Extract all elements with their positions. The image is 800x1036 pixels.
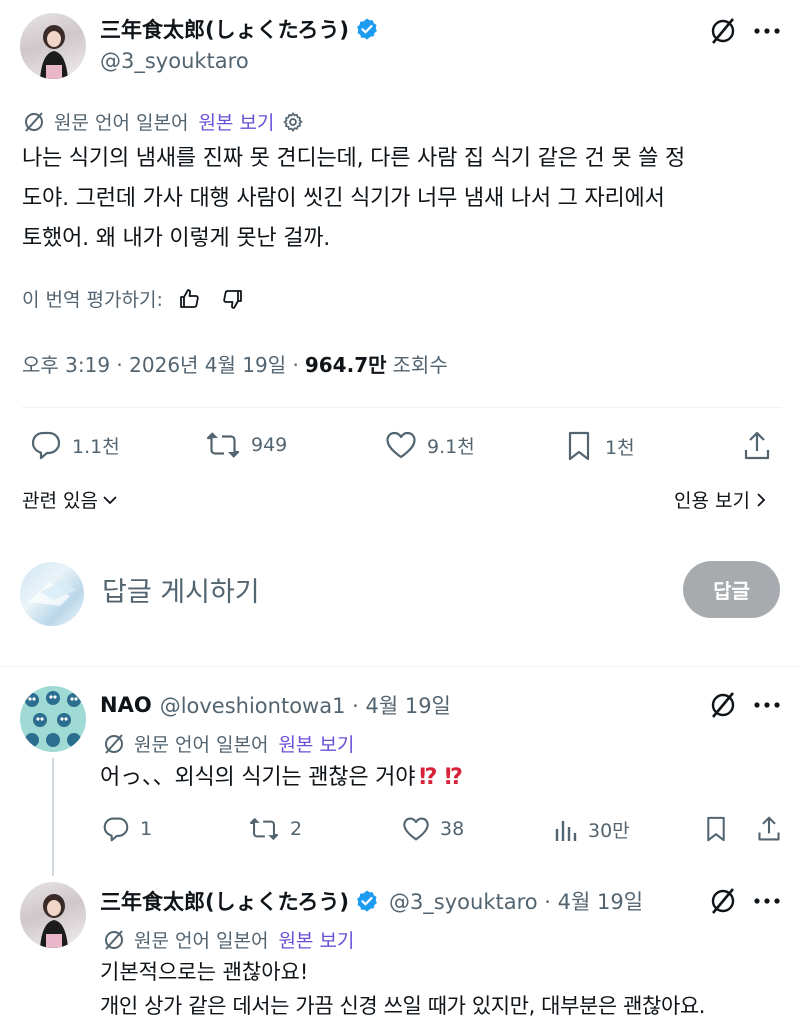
repost-icon[interactable]	[248, 816, 280, 842]
chevron-down-icon	[102, 494, 118, 506]
analytics-icon[interactable]	[554, 817, 578, 843]
reply-compose-input[interactable]: 답글 게시하기	[102, 570, 260, 609]
bookmark-count: 1천	[605, 436, 635, 459]
author-name[interactable]: 三年食太郎(しょくたろう)	[100, 14, 349, 44]
reply-author-name[interactable]: NAO	[100, 693, 152, 717]
reply-action[interactable]: 1	[102, 816, 152, 842]
repost-count: 2	[290, 818, 303, 840]
translation-note: 원문 언어 일본어	[134, 734, 269, 756]
repost-action[interactable]: 949	[205, 430, 287, 460]
reply-icon[interactable]	[102, 816, 130, 842]
thumbs-down-icon[interactable]	[221, 287, 245, 311]
reply-count: 1.1천	[72, 435, 120, 458]
user-avatar[interactable]	[20, 562, 84, 626]
view-original-link[interactable]: 원본 보기	[278, 926, 354, 953]
translation-note: 원문 언어 일본어	[134, 930, 269, 952]
thread-line	[52, 758, 54, 876]
author-handle[interactable]: @3_syouktaro	[100, 49, 249, 73]
translate-slash-icon[interactable]	[706, 886, 740, 916]
reply-count: 1	[140, 818, 153, 840]
translate-icon	[102, 732, 126, 756]
share-icon[interactable]	[742, 430, 772, 462]
more-options-icon[interactable]	[754, 28, 780, 34]
tweet-body: 나는 식기의 냄새를 진짜 못 견디는데, 다른 사람 집 식기 같은 건 못 …	[22, 139, 792, 259]
repost-action[interactable]: 2	[248, 816, 302, 842]
views-action[interactable]: 30만	[554, 816, 630, 843]
reply-avatar-author[interactable]	[20, 882, 86, 948]
reply-text-line: 기본적으로는 괜찮아요!	[100, 960, 309, 984]
view-count: 964.7만	[304, 353, 387, 377]
reply-text-line: 개인 상가 같은 데서는 가끔 신경 쓰일 때가 있지만, 대부분은 괜찮아요.	[100, 994, 706, 1018]
timestamp[interactable]: 오후 3:19 · 2026년 4월 19일 ·	[22, 349, 299, 378]
reply-icon[interactable]	[30, 430, 62, 460]
reply-author-handle[interactable]: @3_syouktaro · 4월 19일	[389, 886, 643, 916]
related-label: 관련 있음	[22, 490, 98, 512]
translate-icon	[102, 928, 126, 952]
chevron-right-icon	[756, 492, 766, 508]
reply-text: 어っ、、외식의 식기는 괜찮은 거야	[100, 765, 416, 790]
reply-submit-button[interactable]: 답글	[683, 561, 780, 618]
bookmark-action[interactable]: 1천	[565, 430, 635, 462]
translate-slash-icon[interactable]	[706, 690, 740, 720]
interrobang-emoji: ⁉ ⁉	[419, 765, 463, 790]
translate-icon	[22, 110, 46, 134]
share-icon[interactable]	[756, 815, 782, 843]
heart-icon[interactable]	[402, 816, 430, 842]
author-avatar[interactable]	[20, 13, 86, 79]
view-original-link[interactable]: 원본 보기	[198, 108, 274, 135]
related-toggle[interactable]: 관련 있음	[22, 486, 118, 513]
like-count: 9.1천	[427, 435, 475, 458]
tweet-body-line: 토했어. 왜 내가 이렇게 못난 걸까.	[22, 226, 331, 251]
view-count-label: 조회수	[392, 353, 448, 377]
gear-icon[interactable]	[282, 111, 304, 133]
translate-slash-icon[interactable]	[706, 16, 740, 46]
tweet-body-line: 나는 식기의 냄새를 진짜 못 견디는데, 다른 사람 집 식기 같은 건 못 …	[22, 146, 686, 171]
bookmark-icon[interactable]	[704, 815, 728, 843]
view-quotes-link[interactable]: 인용 보기	[674, 486, 766, 513]
more-options-icon[interactable]	[754, 702, 780, 708]
thumbs-up-icon[interactable]	[177, 287, 201, 311]
reply-text: 기본적으로는 괜찮아요! 개인 상가 같은 데서는 가끔 신경 쓰일 때가 있지…	[100, 955, 795, 1023]
rate-translation-label: 이 번역 평가하기:	[22, 289, 163, 311]
reply-action[interactable]: 1.1천	[30, 430, 120, 460]
reply-author-handle[interactable]: @loveshiontowa1 · 4월 19일	[160, 690, 451, 720]
repost-count: 949	[251, 434, 288, 456]
verified-badge-icon	[355, 17, 379, 41]
reply-avatar-nao[interactable]	[20, 686, 86, 752]
view-quotes-label: 인용 보기	[674, 490, 750, 512]
view-original-link[interactable]: 원본 보기	[278, 730, 354, 757]
like-count: 38	[440, 818, 465, 840]
repost-icon[interactable]	[205, 430, 241, 460]
bookmark-icon[interactable]	[565, 430, 593, 462]
more-options-icon[interactable]	[754, 898, 780, 904]
tweet-body-line: 도야. 그런데 가사 대행 사람이 씻긴 식기가 너무 냄새 나서 그 자리에서	[22, 186, 665, 211]
translation-note: 원문 언어 일본어	[54, 112, 189, 134]
heart-icon[interactable]	[385, 430, 417, 460]
reply-author-name[interactable]: 三年食太郎(しょくたろう)	[100, 886, 349, 916]
views-count: 30만	[588, 820, 630, 842]
verified-badge-icon	[355, 889, 379, 913]
like-action[interactable]: 38	[402, 816, 464, 842]
like-action[interactable]: 9.1천	[385, 430, 475, 460]
